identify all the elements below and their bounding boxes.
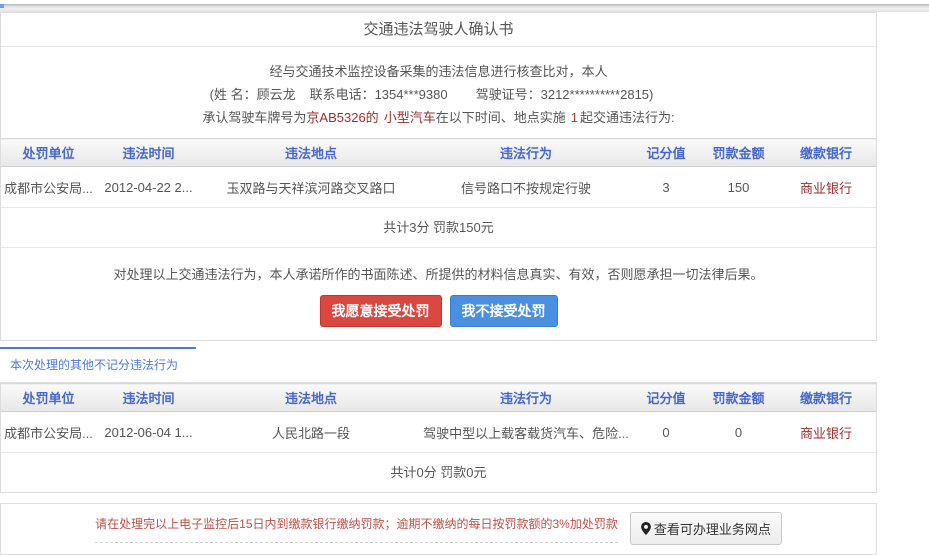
cell-location: 玉双路与天祥滨河路交叉路口 <box>201 167 421 208</box>
plate-number: 京AB5326的 <box>306 110 378 125</box>
violation-count: 1 <box>571 110 578 125</box>
cell-points: 3 <box>631 167 701 208</box>
decision-buttons: 我愿意接受处罚 我不接受处罚 <box>1 295 876 327</box>
payment-notice-panel: 请在处理完以上电子监控后15日内到缴款银行缴纳罚款；逾期不缴纳的每日按罚款额的3… <box>0 503 877 555</box>
cell-unit: 成都市公安局... <box>1 412 96 453</box>
header-fine: 罚款金额 <box>701 384 776 412</box>
intro-line2: (姓 名：顾云龙联系电话：1354***9380 驾驶证号：3212*******… <box>1 83 876 106</box>
cell-time: 2012-04-22 2... <box>96 167 201 208</box>
top-divider-bar <box>0 4 929 12</box>
header-unit: 处罚单位 <box>1 139 96 167</box>
intro-line1: 经与交通技术监控设备采集的违法信息进行核查比对，本人 <box>1 60 876 83</box>
cell-unit: 成都市公安局... <box>1 167 96 208</box>
cell-behavior: 驾驶中型以上载客载货汽车、危险... <box>421 412 631 453</box>
main-content: 交通违法驾驶人确认书 经与交通技术监控设备采集的违法信息进行核查比对，本人 (姓… <box>0 12 877 555</box>
other-table-header-row: 处罚单位 违法时间 违法地点 违法行为 记分值 罚款金额 缴款银行 <box>1 384 876 412</box>
header-unit: 处罚单位 <box>1 384 96 412</box>
header-behavior: 违法行为 <box>421 139 631 167</box>
other-violations-panel: 处罚单位 违法时间 违法地点 违法行为 记分值 罚款金额 缴款银行 成都市公安局… <box>0 382 877 493</box>
cell-fine: 0 <box>701 412 776 453</box>
driver-name: (姓 名：顾云龙 <box>210 87 296 102</box>
header-bank: 缴款银行 <box>776 384 876 412</box>
bank-link[interactable]: 商业银行 <box>800 426 852 441</box>
intro-line3: 承认驾驶车牌号为京AB5326的小型汽车在以下时间、地点实施 1起交通违法行为: <box>1 106 876 129</box>
driver-phone: 联系电话：1354***9380 <box>310 87 448 102</box>
accept-penalty-button[interactable]: 我愿意接受处罚 <box>320 295 442 327</box>
statement-text: 对处理以上交通违法行为，本人承诺所作的书面陈述、所提供的材料信息真实、有效，否则… <box>1 264 876 283</box>
cell-time: 2012-06-04 1... <box>96 412 201 453</box>
violation-summary: 共计3分 罚款150元 <box>1 208 876 248</box>
confirm-suffix: 起交通违法行为: <box>580 110 675 125</box>
vehicle-type: 小型汽车 <box>384 110 436 125</box>
intro-text: 经与交通技术监控设备采集的违法信息进行核查比对，本人 (姓 名：顾云龙联系电话：… <box>1 47 876 138</box>
bank-link[interactable]: 商业银行 <box>800 181 852 196</box>
reject-penalty-button[interactable]: 我不接受处罚 <box>450 295 558 327</box>
header-fine: 罚款金额 <box>701 139 776 167</box>
other-summary: 共计0分 罚款0元 <box>1 453 876 492</box>
table-row: 成都市公安局... 2012-04-22 2... 玉双路与天祥滨河路交叉路口 … <box>1 167 876 208</box>
header-time: 违法时间 <box>96 384 201 412</box>
clipped-page-fragment <box>0 4 4 8</box>
cell-fine: 150 <box>701 167 776 208</box>
payment-notice-text: 请在处理完以上电子监控后15日内到缴款银行缴纳罚款；逾期不缴纳的每日按罚款额的3… <box>95 515 618 543</box>
confirm-middle: 在以下时间、地点实施 <box>436 110 566 125</box>
violation-table: 处罚单位 违法时间 违法地点 违法行为 记分值 罚款金额 缴款银行 成都市公安局… <box>1 138 876 208</box>
page-title: 交通违法驾驶人确认书 <box>1 13 876 47</box>
cell-location: 人民北路一段 <box>201 412 421 453</box>
cell-behavior: 信号路口不按规定行驶 <box>421 167 631 208</box>
header-bank: 缴款银行 <box>776 139 876 167</box>
header-behavior: 违法行为 <box>421 384 631 412</box>
confirm-prefix: 承认驾驶车牌号为 <box>202 110 306 125</box>
statement-block: 对处理以上交通违法行为，本人承诺所作的书面陈述、所提供的材料信息真实、有效，否则… <box>1 248 876 340</box>
violation-table-header-row: 处罚单位 违法时间 违法地点 违法行为 记分值 罚款金额 缴款银行 <box>1 139 876 167</box>
table-row: 成都市公安局... 2012-06-04 1... 人民北路一段 驾驶中型以上载… <box>1 412 876 453</box>
view-branches-button[interactable]: 查看可办理业务网点 <box>630 512 782 545</box>
header-points: 记分值 <box>631 384 701 412</box>
other-violations-table: 处罚单位 违法时间 违法地点 违法行为 记分值 罚款金额 缴款银行 成都市公安局… <box>1 383 876 453</box>
view-branches-label: 查看可办理业务网点 <box>654 519 771 538</box>
header-time: 违法时间 <box>96 139 201 167</box>
map-pin-icon <box>641 522 651 535</box>
header-points: 记分值 <box>631 139 701 167</box>
tab-other-violations[interactable]: 本次处理的其他不记分违法行为 <box>0 349 300 382</box>
cell-points: 0 <box>631 412 701 453</box>
header-location: 违法地点 <box>201 384 421 412</box>
driver-license: 驾驶证号：3212**********2815) <box>476 87 654 102</box>
header-location: 违法地点 <box>201 139 421 167</box>
confirmation-panel: 交通违法驾驶人确认书 经与交通技术监控设备采集的违法信息进行核查比对，本人 (姓… <box>0 12 877 341</box>
